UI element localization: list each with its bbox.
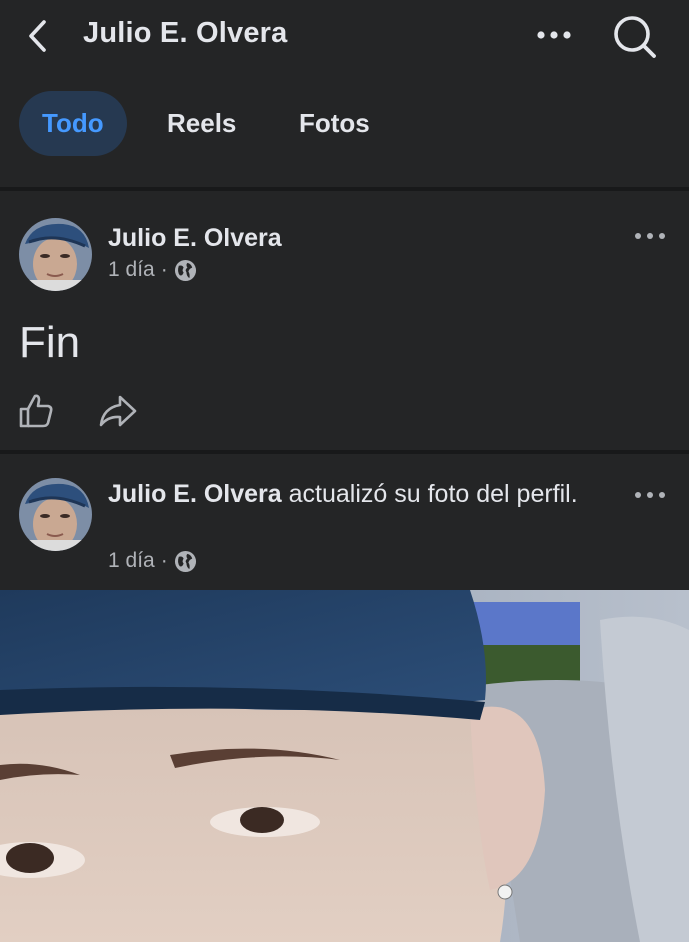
globe-icon (174, 550, 196, 572)
search-icon[interactable] (610, 12, 660, 62)
post-meta: 1 día · (108, 549, 197, 573)
tab-todo[interactable]: Todo (19, 91, 127, 156)
page-title: Julio E. Olvera (83, 17, 288, 49)
avatar[interactable] (19, 478, 92, 551)
post-action-text: actualizó su foto del perfil. (281, 480, 578, 508)
tab-reels[interactable]: Reels (167, 91, 236, 156)
post: Julio E. Olvera 1 día · Fin (0, 191, 689, 450)
profile-photo-image (0, 590, 689, 942)
post-headline: Julio E. Olvera actualizó su foto del pe… (108, 477, 608, 512)
post-author[interactable]: Julio E. Olvera (108, 480, 282, 508)
post-options-icon[interactable] (632, 229, 668, 243)
chevron-left-icon[interactable] (22, 14, 58, 58)
post-time[interactable]: 1 día (108, 549, 155, 573)
meta-separator: · (160, 549, 168, 572)
filter-tabs: Todo Reels Fotos (0, 72, 689, 186)
meta-separator: · (160, 258, 168, 281)
post-time[interactable]: 1 día (108, 258, 155, 282)
top-bar: Julio E. Olvera (0, 0, 689, 72)
post-options-icon[interactable] (632, 488, 668, 502)
like-icon[interactable] (17, 392, 55, 430)
post-author[interactable]: Julio E. Olvera (108, 224, 282, 253)
share-icon[interactable] (98, 393, 138, 429)
more-options-icon[interactable] (534, 22, 574, 48)
post: Julio E. Olvera actualizó su foto del pe… (0, 454, 689, 590)
profile-photo[interactable] (0, 590, 689, 942)
globe-icon (174, 259, 196, 281)
post-text: Fin (19, 318, 81, 367)
post-meta: 1 día · (108, 258, 197, 282)
avatar[interactable] (19, 218, 92, 291)
tab-fotos[interactable]: Fotos (299, 91, 370, 156)
